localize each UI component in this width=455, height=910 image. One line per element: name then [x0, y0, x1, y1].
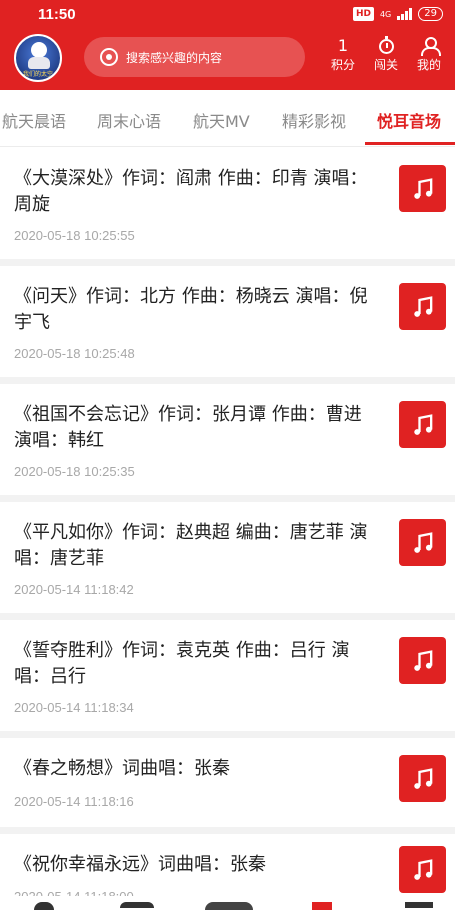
music-note-icon	[413, 413, 432, 435]
music-note-icon	[413, 649, 432, 671]
search-bar[interactable]: 搜索感兴趣的内容	[84, 37, 305, 77]
list-item[interactable]: 《祝你幸福永远》词曲唱：张秦 2020-05-14 11:18:00	[0, 834, 455, 904]
list-item[interactable]: 《春之畅想》词曲唱：张秦 2020-05-14 11:18:16	[0, 738, 455, 834]
item-date: 2020-05-18 10:25:35	[14, 464, 135, 479]
item-date: 2020-05-14 11:18:42	[14, 582, 134, 597]
points-button[interactable]: 1 积分	[325, 36, 361, 80]
list-item[interactable]: 《祖国不会忘记》作词：张月谭 作曲：曹进 演唱：韩红 2020-05-18 10…	[0, 384, 455, 502]
music-note-icon	[413, 177, 432, 199]
music-note-icon	[413, 295, 432, 317]
music-note-icon	[413, 531, 432, 553]
list-item[interactable]: 《大漠深处》作词：阎肃 作曲：印青 演唱：周旋 2020-05-18 10:25…	[0, 148, 455, 266]
astronaut-body-icon	[28, 57, 50, 69]
points-label: 积分	[330, 58, 355, 72]
music-note-button[interactable]	[399, 283, 446, 330]
tab-music[interactable]: 悦耳音场	[377, 108, 441, 132]
music-note-button[interactable]	[399, 401, 446, 448]
status-time: 11:50	[38, 6, 76, 23]
signal-icon	[397, 8, 413, 20]
status-bar: 11:50 HD 4G 29	[0, 0, 455, 30]
mine-button[interactable]: 我的	[411, 36, 447, 80]
music-note-button[interactable]	[399, 637, 446, 684]
item-title: 《祖国不会忘记》作词：张月谭 作曲：曹进 演唱：韩红	[14, 404, 362, 451]
stopwatch-icon	[378, 36, 394, 54]
tab-morning-words[interactable]: 航天晨语	[2, 108, 66, 132]
music-note-button[interactable]	[399, 519, 446, 566]
music-note-button[interactable]	[399, 846, 446, 893]
search-icon	[100, 48, 118, 66]
battery-icon: 29	[418, 7, 443, 21]
tab-films[interactable]: 精彩影视	[282, 108, 346, 132]
item-title: 《誓夺胜利》作词：袁克英 作曲：吕行 演唱：吕行	[14, 640, 350, 687]
item-date: 2020-05-14 11:18:34	[14, 700, 134, 715]
bottom-navigation	[0, 896, 455, 910]
item-date: 2020-05-14 11:18:16	[14, 794, 134, 809]
tab-space-mv[interactable]: 航天MV	[193, 108, 250, 132]
item-title: 《祝你幸福永远》词曲唱：张秦	[14, 854, 266, 875]
nav-home-icon[interactable]	[34, 902, 54, 910]
avatar-logo-text: 我们的太空	[22, 71, 53, 78]
list-item[interactable]: 《问天》作词：北方 作曲：杨晓云 演唱：倪宇飞 2020-05-18 10:25…	[0, 266, 455, 384]
nav-video-icon[interactable]	[405, 902, 433, 908]
item-title: 《春之畅想》词曲唱：张秦	[14, 758, 230, 779]
nav-book-icon[interactable]	[120, 902, 154, 908]
nav-music-icon[interactable]	[312, 902, 332, 910]
item-date: 2020-05-18 10:25:55	[14, 228, 135, 243]
astronaut-helmet-icon	[31, 42, 47, 58]
item-title: 《问天》作词：北方 作曲：杨晓云 演唱：倪宇飞	[14, 286, 368, 333]
active-tab-indicator	[365, 142, 455, 145]
music-note-button[interactable]	[399, 755, 446, 802]
challenge-button[interactable]: 闯关	[368, 36, 404, 80]
mine-label: 我的	[416, 58, 441, 72]
item-title: 《平凡如你》作词：赵典超 编曲：唐艺菲 演唱：唐艺菲	[14, 522, 368, 569]
app-header: 11:50 HD 4G 29 我们的太空 搜索感兴趣的内容 1 积分 闯关 我的	[0, 0, 455, 90]
status-icons: HD 4G 29	[352, 7, 443, 21]
list-item[interactable]: 《誓夺胜利》作词：袁克英 作曲：吕行 演唱：吕行 2020-05-14 11:1…	[0, 620, 455, 738]
search-placeholder: 搜索感兴趣的内容	[126, 50, 223, 65]
network-label: 4G	[379, 9, 392, 19]
category-tabs: 航天晨语 周末心语 航天MV 精彩影视 悦耳音场	[0, 90, 455, 147]
nav-center-icon[interactable]	[205, 902, 253, 910]
music-note-icon	[413, 767, 432, 789]
person-icon	[421, 36, 441, 56]
challenge-label: 闯关	[373, 58, 398, 72]
item-title: 《大漠深处》作词：阎肃 作曲：印青 演唱：周旋	[14, 168, 368, 215]
points-value: 1	[337, 36, 349, 55]
hd-badge: HD	[352, 7, 374, 21]
list-item[interactable]: 《平凡如你》作词：赵典超 编曲：唐艺菲 演唱：唐艺菲 2020-05-14 11…	[0, 502, 455, 620]
app-logo-avatar[interactable]: 我们的太空	[14, 34, 62, 82]
tab-weekend-words[interactable]: 周末心语	[97, 108, 161, 132]
music-note-icon	[413, 858, 432, 880]
music-note-button[interactable]	[399, 165, 446, 212]
item-date: 2020-05-18 10:25:48	[14, 346, 135, 361]
